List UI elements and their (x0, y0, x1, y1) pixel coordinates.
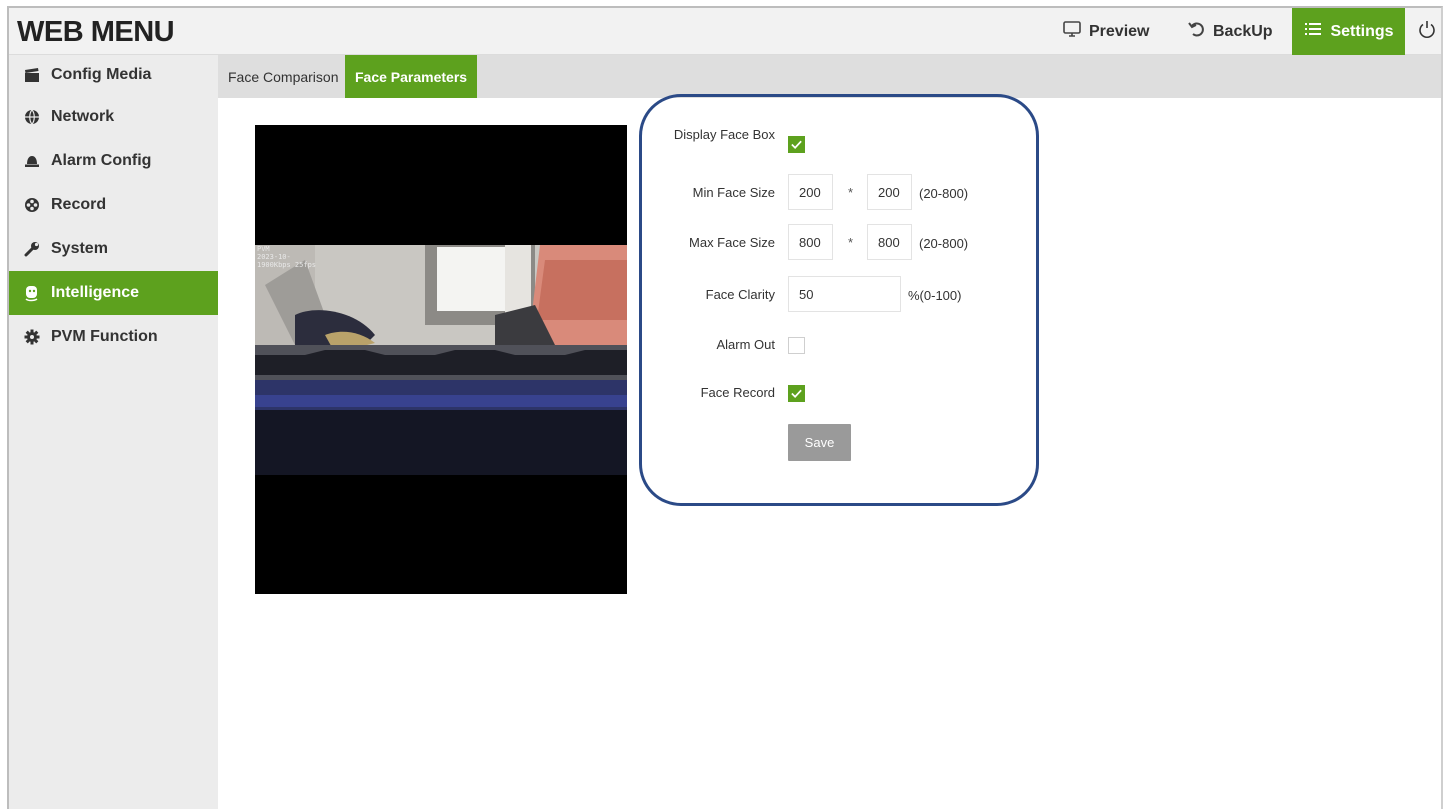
power-button[interactable] (1412, 8, 1442, 55)
display-face-box-label: Display Face Box (673, 126, 775, 142)
sidebar-item-record[interactable]: Record (9, 183, 218, 227)
checkmark-icon (791, 140, 802, 149)
face-clarity-label: Face Clarity (705, 287, 775, 302)
sidebar-item-intelligence[interactable]: Intelligence (9, 271, 218, 315)
tab-bar: Face Comparison Face Parameters (218, 55, 1441, 98)
sidebar-item-label: Network (51, 108, 115, 125)
sidebar-item-system[interactable]: System (9, 227, 218, 271)
sidebar-item-label: PVM Function (51, 328, 158, 345)
checkmark-icon (791, 389, 802, 398)
preview-label: Preview (1089, 22, 1150, 40)
sidebar-item-pvm-function[interactable]: PVM Function (9, 315, 218, 359)
max-face-size-range: (20-800) (919, 236, 969, 251)
preview-button[interactable]: Preview (1062, 8, 1149, 55)
min-face-width-input[interactable]: 200 (788, 174, 833, 210)
list-icon (1303, 19, 1323, 44)
face-clarity-input[interactable]: 50 (788, 276, 901, 312)
video-osd-text: PVM 2023-10- 1900Kbps 25fps (257, 245, 316, 269)
monitor-icon (1062, 19, 1082, 44)
camera-scene: PVM 2023-10- 1900Kbps 25fps (255, 245, 627, 475)
settings-label: Settings (1330, 22, 1394, 40)
brand-title: WEB MENU (17, 16, 175, 48)
backup-label: BackUp (1213, 22, 1273, 40)
max-face-size-separator: * (848, 235, 854, 250)
min-face-size-range: (20-800) (919, 186, 969, 201)
power-icon (1417, 19, 1437, 44)
max-face-size-label: Max Face Size (689, 235, 775, 250)
top-header: WEB MENU Preview BackUp Settings (9, 8, 1441, 55)
sidebar-item-network[interactable]: Network (9, 95, 218, 139)
sidebar-item-alarm-config[interactable]: Alarm Config (9, 139, 218, 183)
save-button[interactable]: Save (788, 424, 851, 461)
app-frame: WEB MENU Preview BackUp Settings Config … (7, 6, 1443, 809)
gear-icon (23, 328, 41, 346)
camera-frame-image (255, 245, 627, 475)
sidebar-item-label: Alarm Config (51, 152, 152, 169)
sidebar-item-label: Record (51, 196, 107, 213)
sidebar-item-label: Intelligence (51, 284, 140, 301)
face-record-label: Face Record (700, 385, 775, 400)
alarm-out-checkbox[interactable] (788, 337, 805, 354)
wrench-icon (23, 240, 41, 258)
clapperboard-icon (23, 66, 41, 84)
sidebar-item-label: System (51, 240, 108, 257)
film-reel-icon (23, 196, 41, 214)
settings-button[interactable]: Settings (1292, 8, 1405, 55)
tab-face-comparison[interactable]: Face Comparison (218, 55, 349, 98)
globe-icon (23, 108, 41, 126)
face-record-checkbox[interactable] (788, 385, 805, 402)
min-face-size-label: Min Face Size (692, 185, 775, 200)
max-face-height-input[interactable]: 800 (867, 224, 912, 260)
min-face-size-separator: * (848, 185, 854, 200)
sidebar-item-label: Config Media (51, 66, 152, 83)
display-face-box-checkbox[interactable] (788, 136, 805, 153)
undo-arrow-icon (1186, 19, 1206, 44)
max-face-width-input[interactable]: 800 (788, 224, 833, 260)
sidebar: Config Media Network Alarm Config Record… (9, 55, 218, 809)
osd-line: 2023-10- (257, 253, 291, 261)
tab-face-parameters[interactable]: Face Parameters (345, 55, 478, 98)
osd-line: 1900Kbps 25fps (257, 261, 317, 269)
sidebar-item-config-media[interactable]: Config Media (9, 55, 218, 95)
alarm-out-label: Alarm Out (716, 337, 775, 352)
alarm-bell-icon (23, 152, 41, 170)
min-face-height-input[interactable]: 200 (867, 174, 912, 210)
video-preview: PVM 2023-10- 1900Kbps 25fps (255, 125, 627, 594)
backup-button[interactable]: BackUp (1186, 8, 1273, 55)
osd-line: PVM (257, 245, 270, 253)
face-clarity-range: %(0-100) (908, 288, 962, 303)
face-icon (23, 284, 41, 302)
